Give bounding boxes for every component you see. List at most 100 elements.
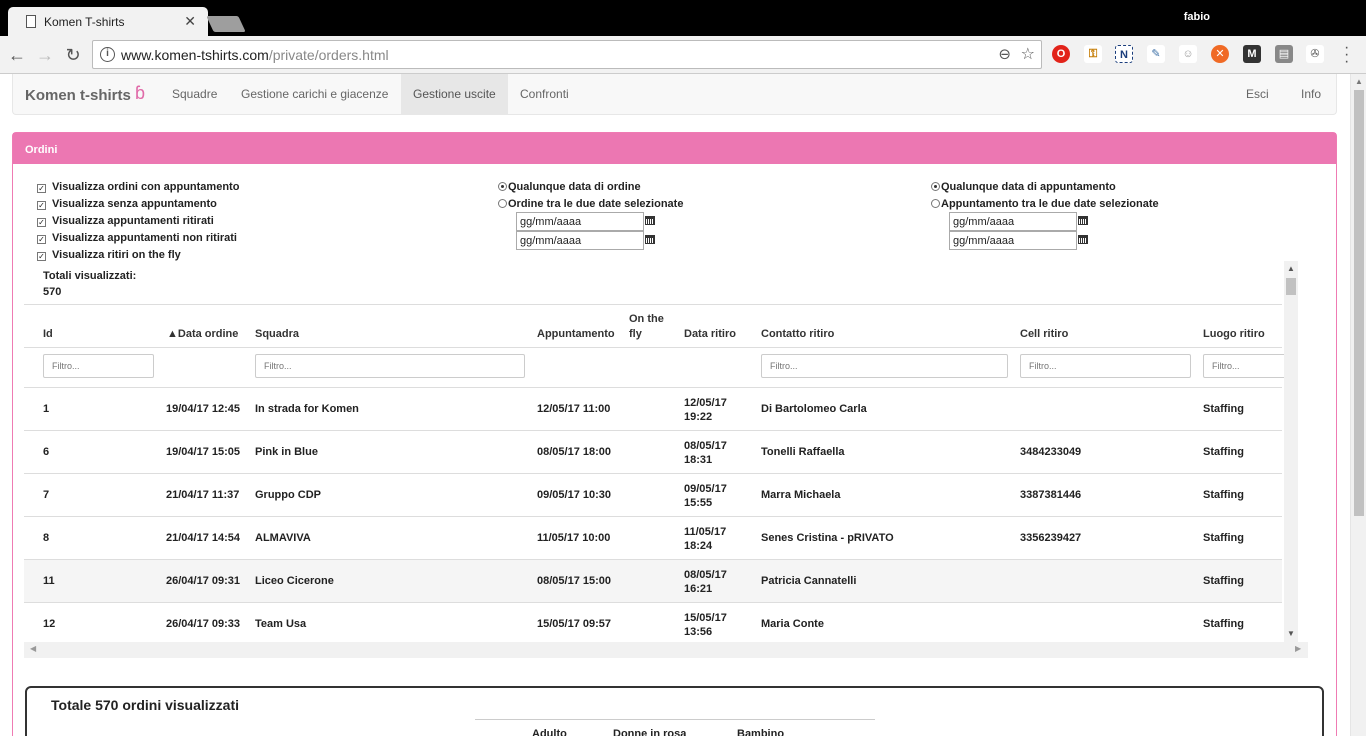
table-row[interactable]: 6 19/04/17 15:05 Pink in Blue 08/05/17 18:0… (24, 430, 1282, 473)
orange-extension-icon[interactable]: ✕ (1211, 45, 1229, 63)
film-extension-icon[interactable]: ✇ (1306, 45, 1324, 63)
calendar-icon[interactable] (645, 235, 655, 244)
summary-box: Totale 570 ordini visualizzati Adulto Do… (25, 686, 1324, 736)
header-squadra[interactable]: Squadra (255, 328, 299, 340)
cell-id: 1 (43, 403, 50, 415)
nav-info[interactable]: Info (1289, 74, 1333, 115)
eyedropper-extension-icon[interactable]: ✎ (1147, 45, 1165, 63)
calendar-icon[interactable] (645, 216, 655, 225)
opera-extension-icon[interactable]: O (1052, 45, 1070, 63)
header-contatto-ritiro[interactable]: Contatto ritiro (761, 328, 834, 340)
reload-icon[interactable]: ↻ (62, 44, 84, 66)
back-arrow-icon[interactable]: ← (6, 44, 28, 66)
address-bar[interactable]: i www.komen-tshirts.com/private/orders.h… (92, 40, 1042, 69)
cell-data-ritiro-date: 09/05/17 (684, 483, 727, 495)
header-data-ordine[interactable]: ▲Data ordine (167, 328, 238, 340)
table-row[interactable]: 11 26/04/17 09:31 Liceo Cicerone 08/05/17 1… (24, 559, 1282, 602)
cell-contatto: Marra Michaela (761, 489, 841, 501)
calendar-icon[interactable] (1078, 216, 1088, 225)
browser-tabstrip: Komen T-shirts ✕ fabio (0, 0, 1366, 36)
cell-contatto: Senes Cristina - pRIVATO (761, 532, 894, 544)
cell-squadra: Team Usa (255, 618, 307, 630)
filter-squadra-input[interactable] (255, 354, 525, 378)
cell-data-ordine: 19/04/17 15:05 (166, 446, 241, 458)
checkbox-non-ritirati[interactable]: ✓ Visualizza appuntamenti non ritirati (37, 232, 237, 248)
cell-luogo: Staffing (1203, 575, 1244, 587)
scroll-thumb[interactable] (1354, 90, 1364, 516)
radio-appointment-between-dates[interactable]: Appuntamento tra le due date selezionate (931, 198, 1159, 210)
info-icon[interactable]: i (100, 47, 115, 62)
cell-id: 11 (43, 575, 55, 587)
header-luogo-ritiro[interactable]: Luogo ritiro (1203, 328, 1265, 340)
scroll-up-icon[interactable]: ▲ (1287, 264, 1295, 273)
header-on-the-fly[interactable]: On the (629, 313, 664, 325)
checkbox-ritirati[interactable]: ✓ Visualizza appuntamenti ritirati (37, 215, 214, 231)
cell-appuntamento: 11/05/17 10:00 (537, 532, 611, 544)
radio-any-order-date[interactable]: Qualunque data di ordine (498, 181, 641, 193)
cell-data-ritiro-date: 08/05/17 (684, 440, 727, 452)
ghost-extension-icon[interactable]: ☺ (1179, 45, 1197, 63)
header-on-the-fly-2: fly (629, 328, 642, 340)
appointment-date-from-input[interactable] (949, 212, 1077, 231)
profile-name[interactable]: fabio (1184, 11, 1210, 23)
brand-name[interactable]: Komen t-shirts (25, 87, 131, 104)
page-vertical-scrollbar[interactable]: ▲ (1350, 74, 1366, 736)
cell-data-ritiro: 08/05/17 16:21 (684, 568, 727, 596)
checkbox-senza-appuntamento[interactable]: ✓ Visualizza senza appuntamento (37, 198, 217, 214)
appointment-date-to-input[interactable] (949, 231, 1077, 250)
nav-gestione-uscite[interactable]: Gestione uscite (401, 74, 508, 115)
calendar-icon[interactable] (1078, 235, 1088, 244)
tab-title: Komen T-shirts (44, 15, 125, 29)
filter-contatto-input[interactable] (761, 354, 1008, 378)
gray-extension-icon[interactable]: ▤ (1275, 45, 1293, 63)
cell-luogo: Staffing (1203, 446, 1244, 458)
nav-gestione-carichi[interactable]: Gestione carichi e giacenze (229, 74, 400, 115)
table-row[interactable]: 7 21/04/17 11:37 Gruppo CDP 09/05/17 10:30 M… (24, 473, 1282, 516)
table-horizontal-scrollbar[interactable]: ◀ ▶ (24, 642, 1308, 658)
m-extension-icon[interactable]: M (1243, 45, 1261, 63)
menu-kebab-icon[interactable]: · · · (1344, 40, 1349, 70)
n-extension-icon[interactable]: N (1115, 45, 1133, 63)
scroll-down-icon[interactable]: ▼ (1287, 629, 1295, 638)
pink-ribbon-icon: ɓ (135, 83, 146, 103)
cell-squadra: Gruppo CDP (255, 489, 321, 501)
table-vertical-scrollbar[interactable]: ▲ ▼ (1284, 261, 1298, 642)
table-row[interactable]: 1 19/04/17 12:45 In strada for Komen 12/05/… (24, 387, 1282, 430)
header-appuntamento[interactable]: Appuntamento (537, 328, 615, 340)
forward-arrow-icon[interactable]: → (34, 44, 56, 66)
header-id[interactable]: Id (43, 328, 53, 340)
order-date-to-input[interactable] (516, 231, 644, 250)
header-data-ritiro[interactable]: Data ritiro (684, 328, 736, 340)
checkbox-con-appuntamento[interactable]: ✓ Visualizza ordini con appuntamento (37, 181, 239, 197)
filter-id-input[interactable] (43, 354, 154, 378)
scroll-left-icon[interactable]: ◀ (30, 644, 36, 653)
zoom-icon[interactable]: ⊖ (998, 45, 1011, 63)
cell-contatto: Maria Conte (761, 618, 824, 630)
scroll-up-icon[interactable]: ▲ (1355, 77, 1363, 86)
cell-data-ritiro: 09/05/17 15:55 (684, 482, 727, 510)
nav-confronti[interactable]: Confronti (508, 74, 581, 115)
cell-data-ordine: 26/04/17 09:31 (166, 575, 241, 587)
nav-squadre[interactable]: Squadre (160, 74, 229, 115)
close-icon[interactable]: ✕ (184, 13, 196, 30)
filter-luogo-input[interactable] (1203, 354, 1289, 378)
new-tab-button[interactable] (206, 16, 246, 32)
cell-appuntamento: 15/05/17 09:57 (537, 618, 612, 630)
cell-appuntamento: 08/05/17 15:00 (537, 575, 612, 587)
url-host: www.komen-tshirts.com (121, 47, 269, 63)
header-cell-ritiro[interactable]: Cell ritiro (1020, 328, 1068, 340)
key-extension-icon[interactable]: ⚿ (1084, 45, 1102, 63)
cell-squadra: ALMAVIVA (255, 532, 311, 544)
radio-any-appointment-date[interactable]: Qualunque data di appuntamento (931, 181, 1116, 193)
radio-order-between-dates[interactable]: Ordine tra le due date selezionate (498, 198, 683, 210)
nav-esci[interactable]: Esci (1234, 74, 1281, 115)
table-row[interactable]: 8 21/04/17 14:54 ALMAVIVA 11/05/17 10:00 Sen… (24, 516, 1282, 559)
scroll-thumb[interactable] (1286, 278, 1296, 295)
order-date-from-input[interactable] (516, 212, 644, 231)
bookmark-star-icon[interactable]: ☆ (1021, 44, 1035, 64)
browser-tab[interactable]: Komen T-shirts ✕ (8, 7, 208, 36)
app-navbar: Komen t-shirts ɓ Squadre Gestione carich… (12, 74, 1337, 115)
scroll-right-icon[interactable]: ▶ (1295, 644, 1301, 653)
filter-cell-input[interactable] (1020, 354, 1191, 378)
table-row[interactable]: 12 26/04/17 09:33 Team Usa 15/05/17 09:57 Ma… (24, 602, 1282, 642)
